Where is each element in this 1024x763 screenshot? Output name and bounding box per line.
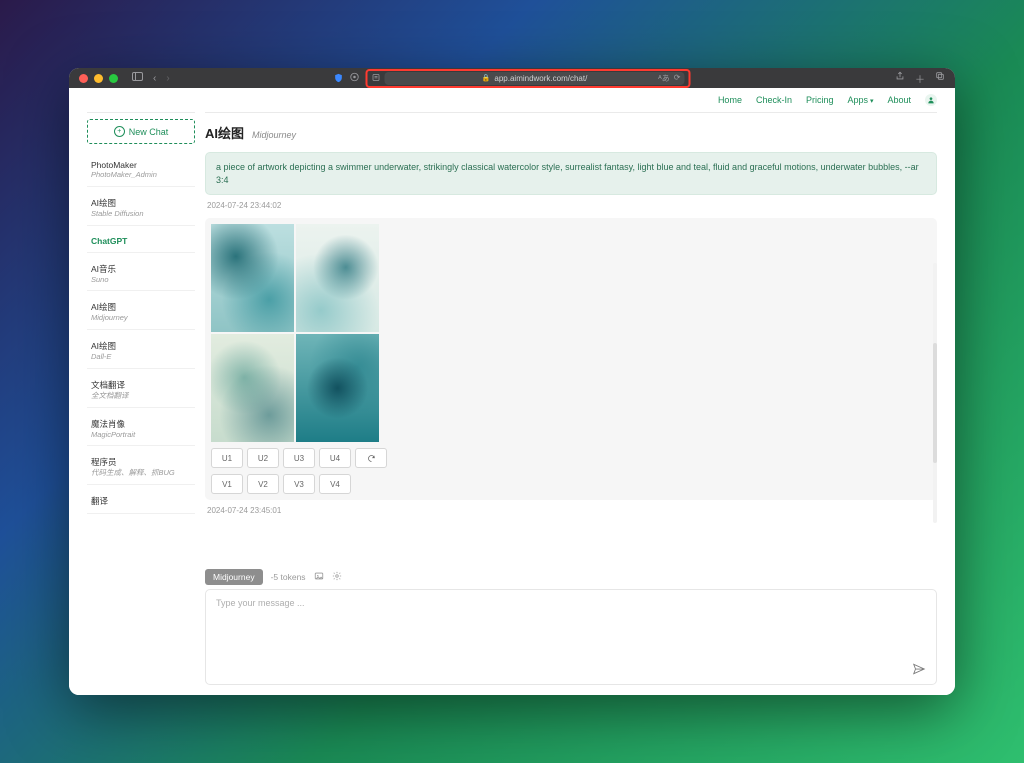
v3-button[interactable]: V3 [283,474,315,494]
nav-checkin[interactable]: Check-In [756,95,792,105]
sidebar-item-title: 程序员 [91,456,191,468]
upscale-buttons: U1 U2 U3 U4 [211,448,931,468]
sidebar-item-dalle[interactable]: AI绘图 Dall-E [87,334,195,369]
send-button[interactable] [912,662,926,676]
message-placeholder: Type your message ... [216,598,305,608]
model-tag[interactable]: Midjourney [205,569,263,585]
scrollbar-thumb[interactable] [933,343,937,463]
sidebar-item-title: ChatGPT [91,236,191,246]
url-bar[interactable]: 🔒 app.aimindwork.com/chat/ ᴬあ ⟳ [385,72,685,85]
user-prompt-text: a piece of artwork depicting a swimmer u… [216,162,919,185]
sidebar-item-doc-translate[interactable]: 文档翻译 全文档翻译 [87,373,195,408]
reroll-button[interactable] [355,448,387,468]
v4-button[interactable]: V4 [319,474,351,494]
sidebar-item-sub: Midjourney [91,313,191,323]
reroll-icon [367,454,376,463]
url-highlight: 🔒 app.aimindwork.com/chat/ ᴬあ ⟳ [366,69,691,88]
response-timestamp: 2024-07-24 23:45:01 [207,506,935,515]
sidebar-item-sub: Dall-E [91,352,191,362]
composer-bar: Midjourney -5 tokens [205,565,937,589]
sidebar-item-photomaker[interactable]: PhotoMaker PhotoMaker_Admin [87,154,195,187]
browser-window: ‹ › 🔒 app.aimindwork.com/chat/ [69,68,955,695]
tabs-icon[interactable] [935,71,945,86]
url-text: app.aimindwork.com/chat/ [494,74,587,83]
sidebar-item-translate[interactable]: 翻译 [87,489,195,514]
top-nav: Home Check-In Pricing Apps About [69,88,955,112]
sidebar-item-title: AI绘图 [91,340,191,352]
new-tab-icon[interactable]: ＋ [915,71,925,86]
sidebar-item-sub: 全文档翻译 [91,391,191,401]
translate-icon[interactable]: ᴬあ [658,73,670,84]
sidebar-item-title: 文档翻译 [91,379,191,391]
sidebar-item-sub: PhotoMaker_Admin [91,170,191,180]
browser-titlebar: ‹ › 🔒 app.aimindwork.com/chat/ [69,68,955,88]
u3-button[interactable]: U3 [283,448,315,468]
sidebar-item-sub: 代码生成、解释、抓BUG [91,468,191,478]
settings-icon[interactable] [332,571,342,583]
generated-image-1[interactable] [211,224,294,332]
chat-title: AI绘图 [205,123,244,142]
sidebar-item-title: AI绘图 [91,301,191,313]
image-attach-icon[interactable] [314,571,324,583]
image-grid [211,224,379,442]
sidebar-item-title: AI音乐 [91,263,191,275]
generated-image-4[interactable] [296,334,379,442]
nav-pricing[interactable]: Pricing [806,95,834,105]
sidebar-item-title: 魔法肖像 [91,418,191,430]
u2-button[interactable]: U2 [247,448,279,468]
u4-button[interactable]: U4 [319,448,351,468]
sidebar: + New Chat PhotoMaker PhotoMaker_Admin A… [87,112,195,685]
nav-about[interactable]: About [887,95,911,105]
traffic-lights [79,74,118,83]
new-chat-label: New Chat [129,127,169,137]
lock-icon: 🔒 [482,74,491,82]
sidebar-item-sub: Stable Diffusion [91,209,191,219]
sidebar-item-sub: Suno [91,275,191,285]
sidebar-item-title: 翻译 [91,495,191,507]
sidebar-item-chatgpt[interactable]: ChatGPT [87,230,195,253]
sidebar-item-coder[interactable]: 程序员 代码生成、解释、抓BUG [87,450,195,485]
reader-icon[interactable] [372,73,381,84]
sidebar-item-sd[interactable]: AI绘图 Stable Diffusion [87,191,195,226]
v2-button[interactable]: V2 [247,474,279,494]
plus-icon: + [114,126,125,137]
generated-image-3[interactable] [211,334,294,442]
sidebar-item-magicportrait[interactable]: 魔法肖像 MagicPortrait [87,412,195,447]
user-menu-icon[interactable] [925,94,937,106]
new-chat-button[interactable]: + New Chat [87,119,195,144]
u1-button[interactable]: U1 [211,448,243,468]
privacy-shield-icon[interactable] [334,73,344,83]
chat-header: AI绘图 Midjourney [205,119,937,152]
chat-subtitle: Midjourney [252,130,296,140]
page: Home Check-In Pricing Apps About + New C… [69,88,955,695]
sidebar-item-title: PhotoMaker [91,160,191,170]
chat-main: AI绘图 Midjourney a piece of artwork depic… [205,112,937,685]
reload-icon[interactable]: ⟳ [674,73,681,84]
response-card: U1 U2 U3 U4 V1 V2 V3 V4 [205,218,937,500]
sidebar-item-midjourney[interactable]: AI绘图 Midjourney [87,295,195,330]
extension-icon[interactable] [350,69,360,87]
v1-button[interactable]: V1 [211,474,243,494]
user-prompt-bubble: a piece of artwork depicting a swimmer u… [205,152,937,195]
nav-home[interactable]: Home [718,95,742,105]
message-input[interactable]: Type your message ... [205,589,937,685]
nav-forward-icon[interactable]: › [166,73,169,84]
scrollbar[interactable] [933,263,937,523]
sidebar-item-title: AI绘图 [91,197,191,209]
prompt-timestamp: 2024-07-24 23:44:02 [207,201,935,210]
minimize-window-button[interactable] [94,74,103,83]
sidebar-toggle-icon[interactable] [132,72,143,84]
generated-image-2[interactable] [296,224,379,332]
token-cost: -5 tokens [271,572,306,582]
close-window-button[interactable] [79,74,88,83]
zoom-window-button[interactable] [109,74,118,83]
nav-apps[interactable]: Apps [847,95,873,105]
sidebar-item-suno[interactable]: AI音乐 Suno [87,257,195,292]
share-icon[interactable] [895,71,905,86]
sidebar-item-sub: MagicPortrait [91,430,191,440]
nav-back-icon[interactable]: ‹ [153,73,156,84]
variation-buttons: V1 V2 V3 V4 [211,474,931,494]
